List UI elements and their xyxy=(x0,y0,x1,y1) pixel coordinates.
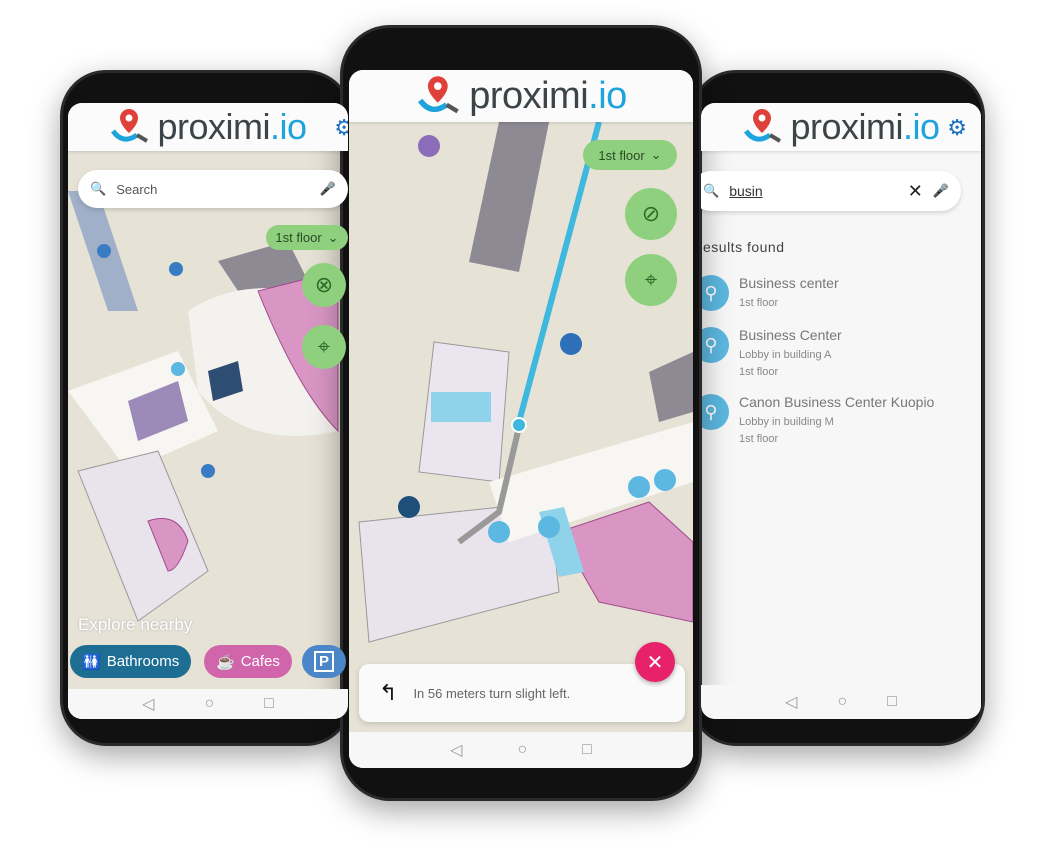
right-screen: proximi.io ⚙ 🔍 busin ✕ 🎤 esults found ⚲ B… xyxy=(701,103,981,719)
chip-parking[interactable]: P xyxy=(302,645,347,678)
logo-suffix: .io xyxy=(588,74,627,117)
back-button[interactable]: ◁ xyxy=(450,740,462,760)
explore-nearby-label: Explore nearby xyxy=(78,615,193,634)
results-heading: esults found xyxy=(703,239,785,255)
map-area xyxy=(431,392,491,422)
middle-phone: proximi.io 1st floor ⌄ ⊘ ⌖ ↰ In 56 meters… xyxy=(340,25,702,801)
app-header: proximi.io ⚙ xyxy=(701,103,981,151)
compass-button[interactable]: ⊗ xyxy=(302,263,346,307)
recents-button[interactable]: □ xyxy=(887,693,897,711)
floor-selector[interactable]: 1st floor ⌄ xyxy=(583,140,677,170)
search-icon: 🔍 xyxy=(90,181,107,196)
directions-card: ↰ In 56 meters turn slight left. xyxy=(359,664,685,722)
logo-pin-icon xyxy=(744,109,782,143)
elevator-icon[interactable] xyxy=(488,521,510,543)
pin-icon: ⚲ xyxy=(701,275,729,311)
logo: proximi.io xyxy=(415,74,627,118)
floor-selector[interactable]: 1st floor ⌄ xyxy=(266,225,348,250)
result-item[interactable]: ⚲ Business Center Lobby in building A 1st f… xyxy=(701,327,842,381)
chip-label: Bathrooms xyxy=(106,653,180,670)
chip-label: Cafes xyxy=(240,653,280,670)
locate-button[interactable]: ⌖ xyxy=(302,325,346,369)
search-bar[interactable]: 🔍 busin ✕ 🎤 xyxy=(701,171,961,211)
logo-text: proximi xyxy=(157,106,270,147)
logo-pin-icon xyxy=(111,109,149,143)
result-title: Business center xyxy=(739,275,839,291)
result-item[interactable]: ⚲ Business center 1st floor xyxy=(701,275,839,312)
left-screen: proximi.io ⚙ 🔍 Search 🎤 1st floor ⌄ ⊗ ⌖ E… xyxy=(68,103,348,719)
gear-icon[interactable]: ⚙ xyxy=(947,115,967,141)
chip-cafes[interactable]: ☕ Cafes xyxy=(204,645,292,678)
parking-icon: P xyxy=(314,651,335,672)
home-button[interactable]: ○ xyxy=(517,741,527,759)
right-phone: proximi.io ⚙ 🔍 busin ✕ 🎤 esults found ⚲ B… xyxy=(690,70,985,746)
result-item[interactable]: ⚲ Canon Business Center Kuopio Lobby in bu… xyxy=(701,394,934,448)
logo: proximi.io xyxy=(109,106,307,148)
logo-pin-icon xyxy=(418,76,459,114)
search-input[interactable]: busin xyxy=(729,183,898,199)
app-header: proximi.io ⚙ xyxy=(68,103,348,151)
system-nav-bar: ◁ ○ □ xyxy=(349,732,693,768)
locate-button[interactable]: ⌖ xyxy=(625,254,677,306)
bike-icon[interactable] xyxy=(201,464,215,478)
result-floor: 1st floor xyxy=(739,297,779,309)
parking-icon[interactable] xyxy=(97,244,111,258)
floor-label: 1st floor xyxy=(598,147,645,163)
result-title: Canon Business Center Kuopio xyxy=(739,394,935,410)
search-input[interactable]: Search xyxy=(116,182,310,197)
left-phone: proximi.io ⚙ 🔍 Search 🎤 1st floor ⌄ ⊗ ⌖ E… xyxy=(60,70,352,746)
restroom-icon[interactable] xyxy=(398,496,420,518)
recents-button[interactable]: □ xyxy=(264,695,274,713)
scissors-icon[interactable] xyxy=(538,516,560,538)
landmark-icon[interactable] xyxy=(418,135,440,157)
pin-icon[interactable] xyxy=(654,469,676,491)
result-location: Lobby in building A xyxy=(739,349,832,361)
app-header: proximi.io xyxy=(349,70,693,122)
result-floor: 1st floor xyxy=(739,366,779,378)
logo-suffix: .io xyxy=(269,106,307,147)
floor-label: 1st floor xyxy=(275,230,322,245)
result-floor: 1st floor xyxy=(739,433,779,445)
chevron-down-icon: ⌄ xyxy=(650,147,662,162)
middle-screen: proximi.io 1st floor ⌄ ⊘ ⌖ ↰ In 56 meters… xyxy=(349,70,693,768)
search-icon: 🔍 xyxy=(703,183,720,198)
microphone-icon[interactable]: 🎤 xyxy=(933,183,949,199)
gear-icon[interactable]: ⚙ xyxy=(334,115,348,141)
chip-bathrooms[interactable]: 🚻 Bathrooms xyxy=(70,645,192,678)
car-icon[interactable] xyxy=(169,262,183,276)
home-button[interactable]: ○ xyxy=(204,695,214,713)
compass-button[interactable]: ⊘ xyxy=(625,188,677,240)
home-button[interactable]: ○ xyxy=(837,693,847,711)
logo-text: proximi xyxy=(469,74,589,117)
logo-text: proximi xyxy=(790,106,903,147)
info-icon[interactable] xyxy=(628,476,650,498)
pin-icon: ⚲ xyxy=(701,394,729,430)
logo: proximi.io xyxy=(742,106,940,148)
logo-suffix: .io xyxy=(902,106,940,147)
car-icon[interactable] xyxy=(560,333,582,355)
chevron-down-icon: ⌄ xyxy=(327,229,339,245)
restroom-icon: 🚻 xyxy=(82,653,101,671)
back-button[interactable]: ◁ xyxy=(785,692,797,712)
direction-instruction: In 56 meters turn slight left. xyxy=(413,685,571,701)
pin-icon: ⚲ xyxy=(701,327,729,363)
recents-button[interactable]: □ xyxy=(582,741,592,759)
search-bar[interactable]: 🔍 Search 🎤 xyxy=(78,170,348,208)
result-location: Lobby in building M xyxy=(739,416,834,428)
info-icon[interactable] xyxy=(171,362,185,376)
turn-slight-left-icon: ↰ xyxy=(379,680,398,705)
clear-icon[interactable]: ✕ xyxy=(908,181,923,202)
close-navigation-button[interactable]: ✕ xyxy=(635,642,675,682)
user-location-icon xyxy=(511,417,527,433)
system-nav-bar: ◁ ○ □ xyxy=(68,689,348,719)
back-button[interactable]: ◁ xyxy=(142,694,154,714)
system-nav-bar: ◁ ○ □ xyxy=(701,685,981,719)
microphone-icon[interactable]: 🎤 xyxy=(320,181,336,197)
result-title: Business Center xyxy=(739,327,842,343)
cup-icon: ☕ xyxy=(216,653,235,671)
